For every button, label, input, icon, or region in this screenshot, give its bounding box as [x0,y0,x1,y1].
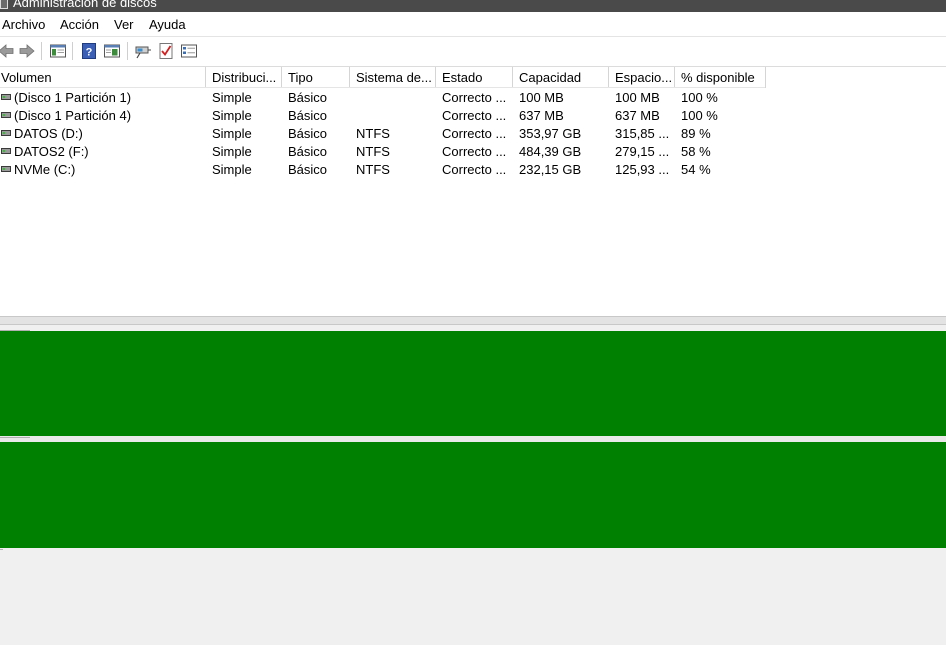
disk-map-pane [0,325,946,645]
volume-icon [1,130,11,136]
distribution-cell: Simple [212,144,252,159]
type-cell: Básico [288,162,328,177]
settings-list-icon[interactable] [180,42,198,60]
volume-name: (Disco 1 Partición 4) [14,108,132,123]
disk-management-window: Administración de discos Archivo Acción … [0,0,946,645]
free-space-cell: 100 MB [615,90,660,105]
window-title: Administración de discos [13,0,157,10]
distribution-cell: Simple [212,126,252,141]
table-row[interactable]: (Disco 1 Partición 1) Simple Básico Corr… [0,89,946,107]
toolbar-separator [72,42,73,60]
status-cell: Correcto ... [442,108,507,123]
menu-ayuda[interactable]: Ayuda [149,17,186,32]
capacity-cell: 100 MB [519,90,564,105]
volume-cell: DATOS (D:) [0,125,206,143]
checkmark-icon[interactable] [157,42,175,60]
volume-cell: (Disco 1 Partición 1) [0,89,206,107]
table-row[interactable]: DATOS (D:) Simple Básico NTFS Correcto .… [0,125,946,143]
status-cell: Correcto ... [442,162,507,177]
percent-free-cell: 89 % [681,126,711,141]
free-space-cell: 637 MB [615,108,660,123]
percent-free-cell: 100 % [681,90,718,105]
menu-ver[interactable]: Ver [114,17,134,32]
free-space-cell: 125,93 ... [615,162,670,177]
volume-list: Volumen Distribuci... Tipo Sistema de...… [0,67,946,316]
volume-name: NVMe (C:) [14,162,76,177]
column-header-row: Volumen Distribuci... Tipo Sistema de...… [0,67,946,88]
free-space-cell: 279,15 ... [615,144,670,159]
filesystem-cell: NTFS [356,126,390,141]
distribution-cell: Simple [212,90,252,105]
percent-free-cell: 100 % [681,108,718,123]
menu-bar: Archivo Acción Ver Ayuda [0,12,946,37]
column-header-estado[interactable]: Estado [436,67,513,88]
properties-icon[interactable] [103,42,121,60]
column-header-volumen[interactable]: Volumen [0,67,206,88]
percent-free-cell: 54 % [681,162,711,177]
toolbar-separator [41,42,42,60]
type-cell: Básico [288,108,328,123]
disk-1-partition-block[interactable] [0,331,946,436]
toolbar: ? [0,37,946,67]
table-row[interactable]: (Disco 1 Partición 4) Simple Básico Corr… [0,107,946,125]
type-cell: Básico [288,90,328,105]
column-header-sistema-archivos[interactable]: Sistema de... [350,67,436,88]
capacity-cell: 353,97 GB [519,126,582,141]
volume-icon [1,112,11,118]
pane-splitter[interactable] [0,316,946,325]
type-cell: Básico [288,144,328,159]
capacity-cell: 637 MB [519,108,564,123]
app-icon [0,0,8,9]
column-header-porcentaje[interactable]: % disponible [675,67,766,88]
status-cell: Correcto ... [442,90,507,105]
status-cell: Correcto ... [442,126,507,141]
distribution-cell: Simple [212,108,252,123]
volume-cell: NVMe (C:) [0,161,206,179]
filesystem-cell: NTFS [356,144,390,159]
free-space-cell: 315,85 ... [615,126,670,141]
forward-icon[interactable] [18,42,36,60]
connect-icon[interactable] [134,42,152,60]
volume-icon [1,94,11,100]
back-icon[interactable] [0,42,15,60]
volume-name: DATOS2 (F:) [14,144,89,159]
column-header-espacio[interactable]: Espacio... [609,67,675,88]
table-row[interactable]: DATOS2 (F:) Simple Básico NTFS Correcto … [0,143,946,161]
menu-archivo[interactable]: Archivo [2,17,45,32]
column-header-capacidad[interactable]: Capacidad [513,67,609,88]
svg-text:?: ? [86,47,93,59]
filesystem-cell: NTFS [356,162,390,177]
show-hide-console-tree-icon[interactable] [49,42,67,60]
capacity-cell: 484,39 GB [519,144,582,159]
filesystem-cell [350,89,436,107]
volume-icon [1,148,11,154]
volume-name: (Disco 1 Partición 1) [14,90,132,105]
capacity-cell: 232,15 GB [519,162,582,177]
disk-2-partition-block[interactable] [0,442,946,548]
distribution-cell: Simple [212,162,252,177]
volume-cell: (Disco 1 Partición 4) [0,107,206,125]
header-divider [0,87,765,88]
menu-accion[interactable]: Acción [60,17,99,32]
status-cell: Correcto ... [442,144,507,159]
volume-cell: DATOS2 (F:) [0,143,206,161]
column-header-distribucion[interactable]: Distribuci... [206,67,282,88]
volume-icon [1,166,11,172]
column-header-tipo[interactable]: Tipo [282,67,350,88]
volume-name: DATOS (D:) [14,126,83,141]
type-cell: Básico [288,126,328,141]
toolbar-separator [127,42,128,60]
percent-free-cell: 58 % [681,144,711,159]
table-row[interactable]: NVMe (C:) Simple Básico NTFS Correcto ..… [0,161,946,179]
title-bar: Administración de discos [0,0,946,12]
help-icon[interactable]: ? [80,42,98,60]
disk-label-edge [0,549,3,550]
disk-label-edge [0,437,30,438]
filesystem-cell [350,107,436,125]
